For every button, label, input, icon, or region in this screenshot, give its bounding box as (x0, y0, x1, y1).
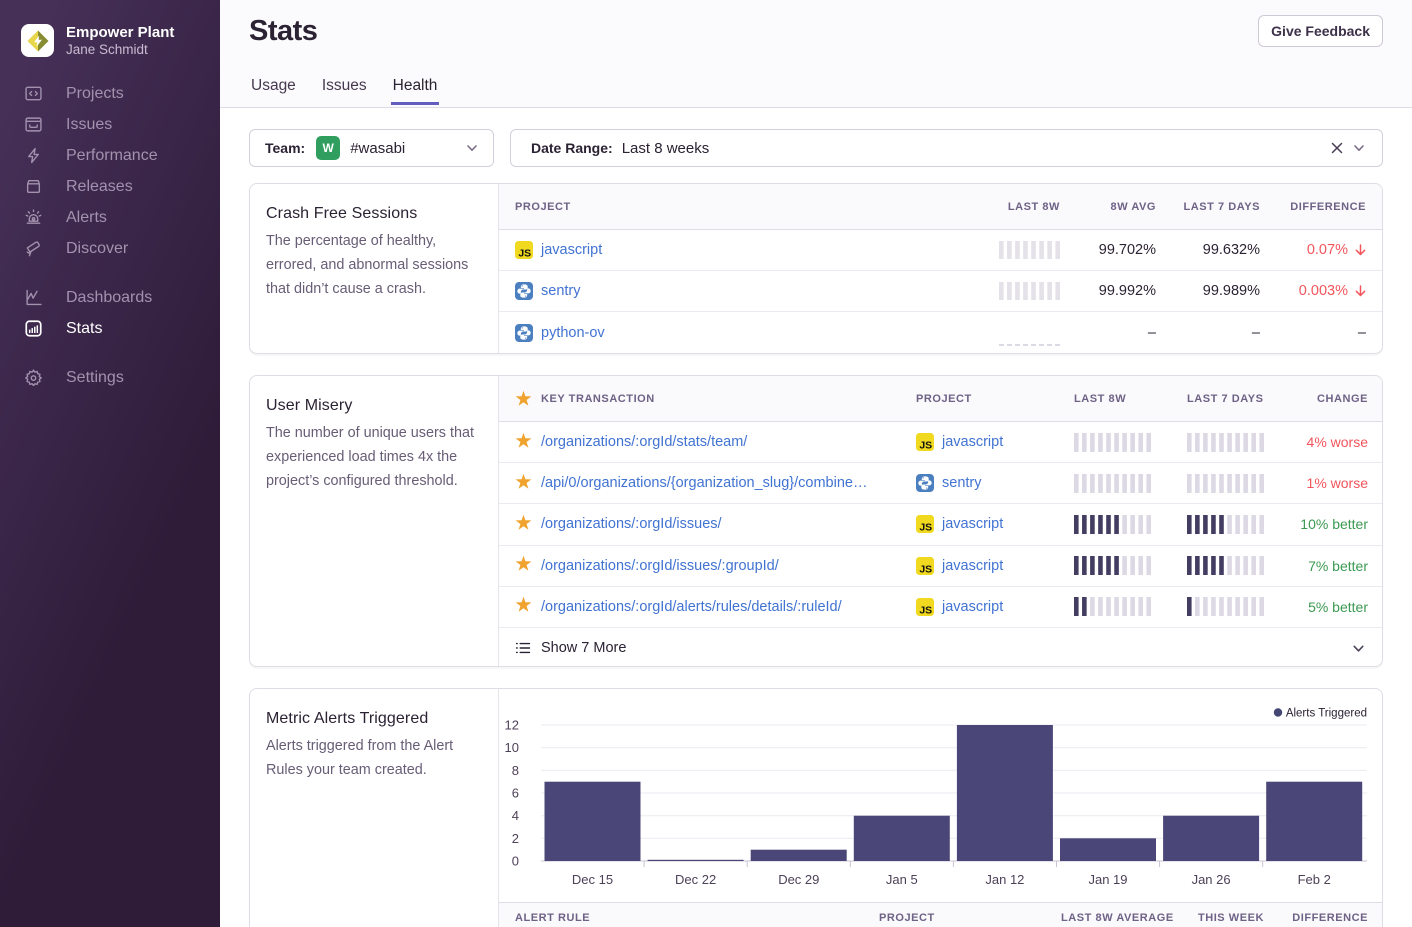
svg-text:JS: JS (919, 563, 932, 574)
svg-text:8: 8 (512, 763, 519, 778)
svg-text:Alerts Triggered: Alerts Triggered (1286, 708, 1367, 720)
svg-text:Feb 2: Feb 2 (1298, 872, 1331, 887)
svg-text:JS: JS (919, 522, 932, 533)
svg-text:JS: JS (518, 248, 531, 259)
svg-text:4: 4 (512, 808, 519, 823)
svg-text:12: 12 (505, 718, 519, 733)
svg-text:Jan 19: Jan 19 (1088, 872, 1127, 887)
svg-text:Jan 5: Jan 5 (886, 872, 918, 887)
svg-text:0: 0 (512, 854, 519, 869)
svg-text:JS: JS (919, 440, 932, 451)
svg-text:Jan 26: Jan 26 (1192, 872, 1231, 887)
svg-text:10: 10 (505, 740, 519, 755)
svg-text:6: 6 (512, 786, 519, 801)
svg-text:Jan 12: Jan 12 (985, 872, 1024, 887)
svg-text:Dec 15: Dec 15 (572, 872, 613, 887)
svg-text:Dec 29: Dec 29 (778, 872, 819, 887)
svg-text:JS: JS (919, 604, 932, 615)
svg-text:Dec 22: Dec 22 (675, 872, 716, 887)
svg-text:2: 2 (512, 831, 519, 846)
